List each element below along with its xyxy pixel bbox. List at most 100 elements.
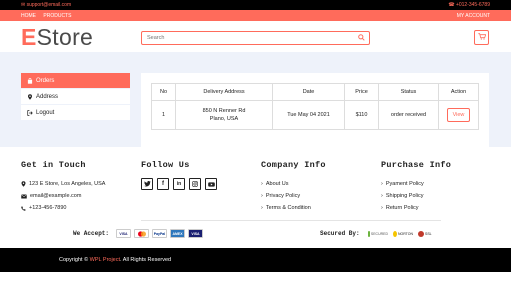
copyright-brand-link[interactable]: WPL Project: [90, 257, 120, 263]
footer-link-privacy[interactable]: › Privacy Policy: [261, 190, 326, 202]
copyright-bar: Copyright © WPL Project. All Rights Rese…: [0, 248, 511, 272]
nav-products-link[interactable]: PRODUCTS: [43, 13, 71, 19]
support-email-text: support@email.com: [26, 2, 72, 8]
support-phone-text: +012-345-6789: [455, 2, 490, 8]
chevron-right-icon: ›: [261, 205, 263, 211]
footer-divider: [141, 220, 441, 221]
phone-icon: ☎: [448, 2, 455, 8]
address-line-2: Plano, USA: [209, 116, 239, 122]
footer-link-label: Return Policy: [385, 205, 419, 211]
sidebar-item-address[interactable]: Address: [21, 89, 130, 105]
visa-card-icon: VISA: [116, 229, 131, 238]
norton-badge-icon: NORTON: [393, 229, 413, 238]
order-price: $110: [344, 100, 379, 130]
footer-follow: Follow Us f in: [141, 160, 217, 190]
phone-icon: [21, 205, 26, 211]
contact-address: 123 E Store, Los Angeles, USA: [21, 178, 105, 190]
footer: Get in Touch 123 E Store, Los Angeles, U…: [0, 147, 511, 248]
footer-purchase-title: Purchase Info: [381, 160, 452, 170]
sidebar-item-label: Address: [36, 93, 59, 100]
top-bar: ✉ support@email.com ☎ +012-345-6789: [0, 0, 511, 10]
envelope-icon: [21, 193, 27, 199]
header: EStore: [0, 21, 511, 52]
chevron-right-icon: ›: [261, 181, 263, 187]
amex-icon: AMEX: [170, 229, 185, 238]
footer-purchase: Purchase Info › Pyament Policy › Shipping …: [381, 160, 451, 214]
address-line-1: 850 N Renner Rd: [202, 108, 246, 114]
secured-badge-icon: SECURED: [368, 229, 388, 238]
footer-link-label: Pyament Policy: [385, 181, 424, 187]
column-header-status: Status: [378, 83, 439, 101]
chevron-right-icon: ›: [381, 205, 383, 211]
logo[interactable]: EStore: [21, 24, 93, 50]
envelope-icon: ✉: [21, 2, 26, 8]
copyright-text: Copyright © WPL Project. All Rights Rese…: [59, 257, 172, 263]
column-header-date: Date: [272, 83, 345, 101]
footer-follow-title: Follow Us: [141, 160, 190, 170]
table-header-row: No Delivery Address Date Price Status Ac…: [151, 83, 479, 101]
map-marker-icon: [21, 181, 26, 187]
sign-out-icon: [27, 109, 33, 116]
order-date: Tue May 04 2021: [272, 100, 345, 130]
youtube-icon[interactable]: [205, 178, 217, 190]
logo-text: Store: [36, 24, 94, 50]
footer-link-payment[interactable]: › Pyament Policy: [381, 178, 451, 190]
footer-link-about[interactable]: › About Us: [261, 178, 326, 190]
sidebar-item-label: Orders: [36, 77, 55, 84]
contact-email-text: email@example.com: [30, 193, 82, 199]
contact-phone[interactable]: +123-456-7890: [21, 202, 105, 214]
contact-email[interactable]: email@example.com: [21, 190, 105, 202]
column-header-action: Action: [438, 83, 479, 101]
nav-home-link[interactable]: HOME: [21, 13, 36, 19]
visa-electron-icon: VISA: [188, 229, 203, 238]
footer-link-label: Terms & Condition: [265, 205, 311, 211]
footer-link-shipping[interactable]: › Shipping Policy: [381, 190, 451, 202]
chevron-right-icon: ›: [381, 193, 383, 199]
table-row: 1 850 N Renner Rd Plano, USA Tue May 04 …: [151, 100, 479, 130]
search-icon[interactable]: [358, 34, 365, 43]
map-marker-icon: [27, 93, 33, 100]
secured-by-label: Secured By:: [320, 230, 360, 237]
twitter-icon[interactable]: [141, 178, 153, 190]
search-input[interactable]: [147, 32, 347, 44]
column-header-no: No: [151, 83, 176, 101]
footer-link-label: About Us: [265, 181, 289, 187]
sidebar-item-logout[interactable]: Logout: [21, 105, 130, 121]
footer-link-return[interactable]: › Return Policy: [381, 202, 451, 214]
support-email[interactable]: ✉ support@email.com: [21, 2, 71, 8]
footer-link-label: Shipping Policy: [385, 193, 424, 199]
footer-link-label: Privacy Policy: [265, 193, 301, 199]
logo-initial: E: [21, 24, 37, 50]
column-header-price: Price: [344, 83, 379, 101]
shopping-bag-icon: [27, 77, 33, 84]
cart-button[interactable]: [474, 30, 489, 45]
footer-company: Company Info › About Us › Privacy Policy ›…: [261, 160, 326, 214]
footer-contact: Get in Touch 123 E Store, Los Angeles, U…: [21, 160, 105, 214]
facebook-icon[interactable]: f: [157, 178, 169, 190]
linkedin-icon[interactable]: in: [173, 178, 185, 190]
view-order-button[interactable]: View: [446, 108, 471, 122]
social-links: f in: [141, 178, 217, 190]
chevron-right-icon: ›: [261, 193, 263, 199]
order-status: order received: [378, 100, 439, 130]
nav-bar: HOME PRODUCTS MY ACCOUNT: [0, 10, 511, 21]
contact-address-text: 123 E Store, Los Angeles, USA: [29, 181, 106, 187]
support-phone[interactable]: ☎ +012-345-6789: [448, 2, 490, 8]
footer-contact-title: Get in Touch: [21, 160, 86, 170]
instagram-icon[interactable]: [189, 178, 201, 190]
orders-panel: No Delivery Address Date Price Status Ac…: [141, 73, 489, 147]
search-box: [141, 31, 370, 45]
footer-company-title: Company Info: [261, 160, 326, 170]
ssl-badge-icon: SSL: [418, 229, 438, 238]
sidebar-item-orders[interactable]: Orders: [21, 73, 130, 89]
chevron-right-icon: ›: [381, 181, 383, 187]
order-address: 850 N Renner Rd Plano, USA: [175, 100, 273, 130]
order-action: View: [438, 100, 479, 130]
account-section: Orders Address Logout No Delivery Addres…: [0, 52, 511, 147]
column-header-delivery-address: Delivery Address: [175, 83, 273, 101]
contact-phone-text: +123-456-7890: [29, 205, 67, 211]
nav-my-account-link[interactable]: MY ACCOUNT: [457, 13, 490, 19]
mastercard-icon: [134, 229, 149, 238]
footer-link-terms[interactable]: › Terms & Condition: [261, 202, 326, 214]
sidebar-item-label: Logout: [36, 109, 55, 116]
